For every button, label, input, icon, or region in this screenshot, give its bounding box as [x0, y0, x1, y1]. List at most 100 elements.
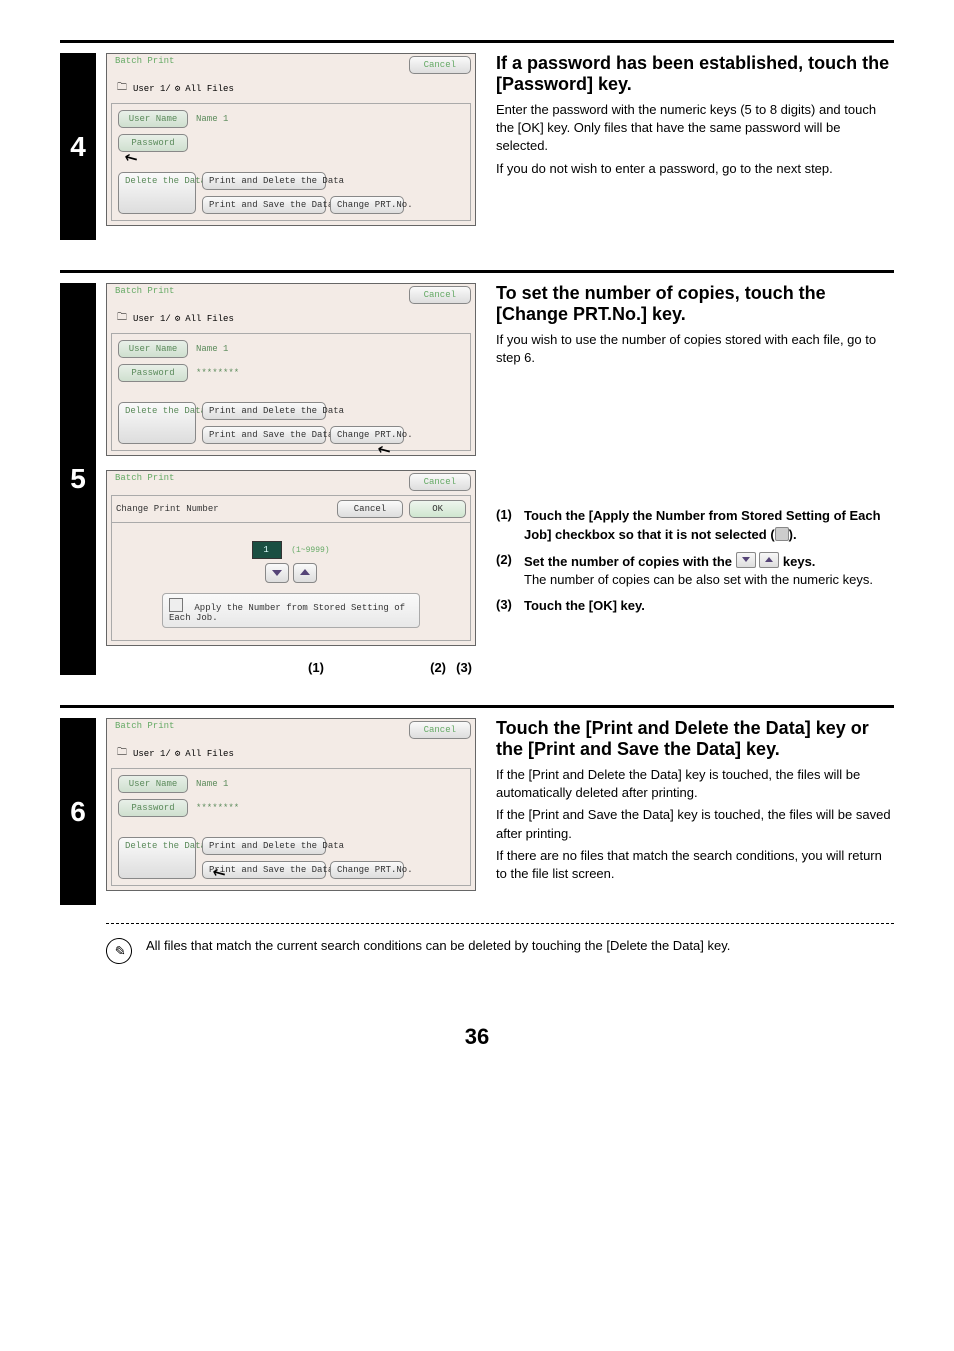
step-5-number: 5 — [60, 283, 96, 675]
password-value: ******** — [192, 368, 239, 378]
username-value: Name 1 — [192, 114, 228, 124]
crumb-files: All Files — [185, 314, 234, 324]
folder-icon — [117, 745, 129, 762]
step-6-number: 6 — [60, 718, 96, 905]
breadcrumb: User 1/ All Files — [109, 78, 473, 103]
subdialog-title: Change Print Number — [116, 504, 219, 514]
folder-icon — [117, 310, 129, 327]
folder-icon — [117, 80, 129, 97]
step5-dialog-a: Batch Print Cancel User 1/ All Files Use… — [106, 283, 476, 456]
copies-display: 1 — [252, 541, 281, 559]
breadcrumb: User 1/ All Files — [109, 743, 473, 768]
step4-text1: Enter the password with the numeric keys… — [496, 101, 894, 156]
print-save-button[interactable]: Print and Save the Data — [202, 861, 326, 879]
callout-3: (3) — [446, 660, 472, 675]
crumb-user: User 1/ — [133, 749, 171, 759]
gear-icon — [175, 749, 181, 759]
delete-data-button[interactable]: Delete the Data — [118, 172, 196, 214]
crumb-files: All Files — [185, 84, 234, 94]
print-delete-button[interactable]: Print and Delete the Data — [202, 837, 326, 855]
step6-text2: If the [Print and Save the Data] key is … — [496, 806, 894, 842]
ok-button[interactable]: OK — [409, 500, 466, 518]
breadcrumb: User 1/ All Files — [109, 308, 473, 333]
step6-text3: If there are no files that match the sea… — [496, 847, 894, 883]
step5-dialog-b: Batch Print Cancel Change Print Number C… — [106, 470, 476, 646]
sub2-num: (2) — [496, 552, 524, 589]
crumb-files: All Files — [185, 749, 234, 759]
dialog-title: Batch Print — [115, 721, 174, 731]
step6-text1: If the [Print and Delete the Data] key i… — [496, 766, 894, 802]
username-button[interactable]: User Name — [118, 110, 188, 128]
sub1-num: (1) — [496, 507, 524, 543]
sub2-text-b: keys. — [779, 554, 815, 569]
sub2-text: The number of copies can be also set wit… — [524, 572, 873, 587]
print-delete-button[interactable]: Print and Delete the Data — [202, 402, 326, 420]
password-value: ******** — [192, 803, 239, 813]
print-delete-button[interactable]: Print and Delete the Data — [202, 172, 326, 190]
sub3-title: Touch the [OK] key. — [524, 597, 894, 615]
step5-text1: If you wish to use the number of copies … — [496, 331, 894, 367]
rule-4-5 — [60, 270, 894, 273]
dialog-title: Batch Print — [115, 286, 174, 296]
increment-button[interactable] — [293, 563, 317, 583]
change-prtno-button[interactable]: Change PRT.No. — [330, 196, 404, 214]
sub1-text-b: ). — [789, 527, 797, 542]
step-6-block: 6 Batch Print Cancel User 1/ All Files U… — [60, 718, 894, 905]
note-row: ✎ All files that match the current searc… — [106, 938, 894, 964]
cancel-button[interactable]: Cancel — [409, 473, 471, 491]
sub-cancel-button[interactable]: Cancel — [337, 500, 403, 518]
up-arrow-icon — [759, 552, 779, 568]
crumb-user: User 1/ — [133, 84, 171, 94]
top-rule — [60, 40, 894, 43]
change-prtno-button[interactable]: Change PRT.No. — [330, 861, 404, 879]
dialog-title: Batch Print — [115, 56, 174, 66]
sub1-title: Touch the [Apply the Number from Stored … — [524, 507, 894, 543]
username-value: Name 1 — [192, 344, 228, 354]
apply-checkbox[interactable] — [169, 598, 183, 612]
username-value: Name 1 — [192, 779, 228, 789]
step4-dialog: Batch Print Cancel User 1/ All Files Use… — [106, 53, 476, 226]
cancel-button[interactable]: Cancel — [409, 286, 471, 304]
dashed-rule — [106, 923, 894, 924]
step-4-block: 4 Batch Print Cancel User 1/ All Files U… — [60, 53, 894, 240]
step-4-number: 4 — [60, 53, 96, 240]
change-prtno-button[interactable]: Change PRT.No. — [330, 426, 404, 444]
copies-range: (1~9999) — [291, 546, 329, 555]
sub2-title: Set the number of copies with the keys. — [524, 554, 815, 569]
step4-title: If a password has been established, touc… — [496, 53, 894, 95]
delete-data-button[interactable]: Delete the Data — [118, 402, 196, 444]
dialog-title: Batch Print — [115, 473, 174, 483]
step6-dialog: Batch Print Cancel User 1/ All Files Use… — [106, 718, 476, 891]
callout-row: (1) (2) (3) — [106, 660, 476, 675]
step5-title: To set the number of copies, touch the [… — [496, 283, 894, 325]
callout-2: (2) — [366, 660, 446, 675]
delete-data-button[interactable]: Delete the Data — [118, 837, 196, 879]
cancel-button[interactable]: Cancel — [409, 721, 471, 739]
username-button[interactable]: User Name — [118, 340, 188, 358]
password-button[interactable]: Password — [118, 799, 188, 817]
print-save-button[interactable]: Print and Save the Data — [202, 426, 326, 444]
sub3-num: (3) — [496, 597, 524, 615]
sub2-text-a: Set the number of copies with the — [524, 554, 736, 569]
note-icon: ✎ — [104, 936, 134, 966]
callout-1: (1) — [266, 660, 366, 675]
step4-text2: If you do not wish to enter a password, … — [496, 160, 894, 178]
crumb-user: User 1/ — [133, 314, 171, 324]
rule-5-6 — [60, 705, 894, 708]
checkbox-icon — [775, 527, 789, 541]
step-5-block: 5 Batch Print Cancel User 1/ All Files U… — [60, 283, 894, 675]
print-save-button[interactable]: Print and Save the Data — [202, 196, 326, 214]
cancel-button[interactable]: Cancel — [409, 56, 471, 74]
step6-title: Touch the [Print and Delete the Data] ke… — [496, 718, 894, 760]
down-arrow-icon — [736, 552, 756, 568]
password-button[interactable]: Password — [118, 134, 188, 152]
password-button[interactable]: Password — [118, 364, 188, 382]
username-button[interactable]: User Name — [118, 775, 188, 793]
apply-label: Apply the Number from Stored Setting of … — [169, 603, 405, 623]
gear-icon — [175, 84, 181, 94]
sub1-text-a: Touch the [Apply the Number from Stored … — [524, 508, 881, 541]
note-text: All files that match the current search … — [146, 938, 730, 953]
decrement-button[interactable] — [265, 563, 289, 583]
page-number: 36 — [60, 1024, 894, 1050]
gear-icon — [175, 314, 181, 324]
